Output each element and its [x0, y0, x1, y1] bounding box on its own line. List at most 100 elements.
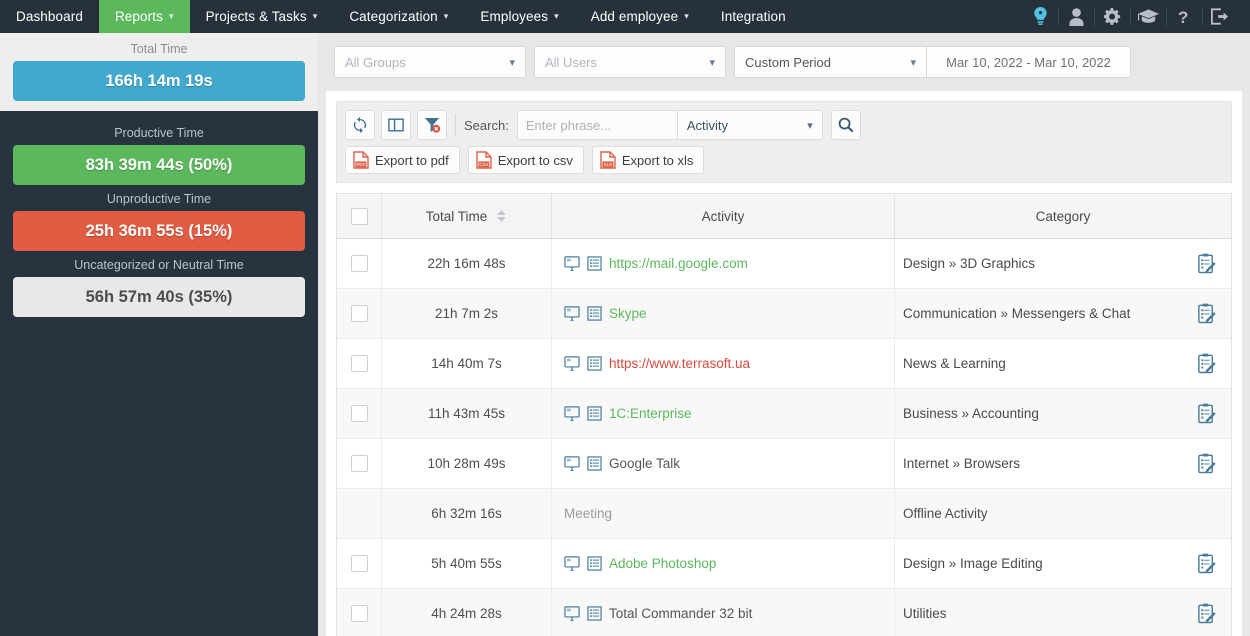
row-activity-name[interactable]: Adobe Photoshop: [609, 556, 716, 571]
row-select-cell: [337, 289, 382, 338]
period-filter-dropdown[interactable]: Custom Period ▾: [734, 46, 926, 78]
row-total-time: 6h 32m 16s: [382, 489, 552, 538]
edit-category-icon[interactable]: [1196, 253, 1217, 275]
row-activity-cell: Skype: [552, 289, 895, 338]
productive-time-value: 83h 39m 44s (50%): [13, 145, 305, 185]
graduation-cap-icon[interactable]: [1130, 0, 1166, 33]
nav-item-add-employee[interactable]: Add employee▾: [575, 0, 705, 33]
edit-category-icon[interactable]: [1196, 603, 1217, 625]
screenshots-monitor-icon[interactable]: [564, 406, 580, 421]
screenshots-monitor-icon[interactable]: [564, 606, 580, 621]
export-button-label: Export to pdf: [375, 153, 449, 168]
columns-icon[interactable]: [381, 110, 411, 140]
row-checkbox[interactable]: [351, 305, 368, 322]
row-checkbox[interactable]: [351, 605, 368, 622]
category-header[interactable]: Category: [895, 194, 1231, 238]
search-input[interactable]: [517, 110, 677, 140]
nav-item-projects-tasks[interactable]: Projects & Tasks▾: [190, 0, 334, 33]
groups-filter-dropdown[interactable]: All Groups ▾: [334, 46, 526, 78]
row-activity-name[interactable]: https://mail.google.com: [609, 256, 748, 271]
row-checkbox[interactable]: [351, 405, 368, 422]
app-root: DashboardReports▾Projects & Tasks▾Catego…: [0, 0, 1250, 636]
edit-category-icon[interactable]: [1196, 353, 1217, 375]
row-activity-name[interactable]: Skype: [609, 306, 647, 321]
details-list-icon[interactable]: [587, 306, 602, 321]
date-range-input[interactable]: Mar 10, 2022 - Mar 10, 2022: [926, 46, 1131, 78]
screenshots-monitor-icon[interactable]: [564, 556, 580, 571]
details-list-icon[interactable]: [587, 456, 602, 471]
row-activity-cell: Google Talk: [552, 439, 895, 488]
table-row[interactable]: 6h 32m 16sMeetingOffline Activity: [337, 489, 1231, 539]
nav-item-categorization[interactable]: Categorization▾: [333, 0, 464, 33]
row-category-name: Design » Image Editing: [903, 556, 1043, 571]
total-time-panel: Total Time 166h 14m 19s: [0, 33, 318, 111]
logout-icon[interactable]: [1202, 0, 1238, 33]
nav-item-dashboard[interactable]: Dashboard: [0, 0, 99, 33]
row-checkbox[interactable]: [351, 255, 368, 272]
edit-category-icon[interactable]: [1196, 403, 1217, 425]
table-body: 22h 16m 48shttps://mail.google.comDesign…: [336, 239, 1232, 636]
users-filter-dropdown[interactable]: All Users ▾: [534, 46, 726, 78]
total-time-header[interactable]: Total Time: [382, 194, 552, 238]
select-all-checkbox[interactable]: [351, 208, 368, 225]
edit-category-icon[interactable]: [1196, 553, 1217, 575]
nav-item-employees[interactable]: Employees▾: [464, 0, 574, 33]
clear-filter-icon[interactable]: [417, 110, 447, 140]
activity-header[interactable]: Activity: [552, 194, 895, 238]
search-button[interactable]: [831, 110, 861, 140]
lightbulb-icon[interactable]: [1022, 0, 1058, 33]
details-list-icon[interactable]: [587, 406, 602, 421]
search-scope-dropdown[interactable]: Activity ▾: [677, 110, 823, 140]
table-row[interactable]: 21h 7m 2sSkypeCommunication » Messengers…: [337, 289, 1231, 339]
users-filter-value: All Users: [545, 55, 597, 70]
unproductive-time-label: Unproductive Time: [13, 185, 305, 211]
filter-bar: All Groups ▾ All Users ▾ Custom Period ▾…: [326, 33, 1242, 91]
chevron-down-icon: ▾: [444, 12, 449, 21]
row-activity-name[interactable]: 1C:Enterprise: [609, 406, 692, 421]
details-list-icon[interactable]: [587, 256, 602, 271]
row-checkbox[interactable]: [351, 455, 368, 472]
details-list-icon[interactable]: [587, 556, 602, 571]
table-row[interactable]: 10h 28m 49sGoogle TalkInternet » Browser…: [337, 439, 1231, 489]
row-select-cell: [337, 539, 382, 588]
row-select-cell: [337, 389, 382, 438]
toolbar-divider: [455, 114, 456, 136]
row-checkbox[interactable]: [351, 555, 368, 572]
row-activity-name[interactable]: Total Commander 32 bit: [609, 606, 752, 621]
user-icon[interactable]: [1058, 0, 1094, 33]
edit-category-icon[interactable]: [1196, 453, 1217, 475]
screenshots-monitor-icon[interactable]: [564, 306, 580, 321]
refresh-icon[interactable]: [345, 110, 375, 140]
chevron-down-icon: ▾: [699, 56, 715, 69]
row-activity-name[interactable]: Google Talk: [609, 456, 680, 471]
select-all-header: [337, 194, 382, 238]
export-csv-button[interactable]: CSVExport to csv: [468, 146, 584, 174]
nav-item-integration[interactable]: Integration: [705, 0, 802, 33]
table-row[interactable]: 4h 24m 28sTotal Commander 32 bitUtilitie…: [337, 589, 1231, 636]
details-list-icon[interactable]: [587, 356, 602, 371]
export-xls-button[interactable]: XLSExport to xls: [592, 146, 705, 174]
nav-item-reports[interactable]: Reports▾: [99, 0, 190, 33]
row-select-cell: [337, 489, 382, 538]
sidebar-metrics: Productive Time 83h 39m 44s (50%) Unprod…: [0, 111, 318, 317]
edit-category-icon[interactable]: [1196, 303, 1217, 325]
row-activity-name[interactable]: https://www.terrasoft.ua: [609, 356, 750, 371]
table-row[interactable]: 5h 40m 55sAdobe PhotoshopDesign » Image …: [337, 539, 1231, 589]
chevron-down-icon: ▾: [499, 56, 515, 69]
details-list-icon[interactable]: [587, 606, 602, 621]
row-category-name: Design » 3D Graphics: [903, 256, 1035, 271]
toolbar-row-primary: Search: Activity ▾: [345, 110, 1223, 140]
table-row[interactable]: 14h 40m 7shttps://www.terrasoft.uaNews &…: [337, 339, 1231, 389]
help-icon[interactable]: ?: [1166, 0, 1202, 33]
table-header-row: Total Time Activity Category: [336, 193, 1232, 239]
table-row[interactable]: 22h 16m 48shttps://mail.google.comDesign…: [337, 239, 1231, 289]
screenshots-monitor-icon[interactable]: [564, 456, 580, 471]
screenshots-monitor-icon[interactable]: [564, 356, 580, 371]
row-activity-cell: 1C:Enterprise: [552, 389, 895, 438]
row-activity-cell: Adobe Photoshop: [552, 539, 895, 588]
table-row[interactable]: 11h 43m 45s1C:EnterpriseBusiness » Accou…: [337, 389, 1231, 439]
screenshots-monitor-icon[interactable]: [564, 256, 580, 271]
export-pdf-button[interactable]: PDFExport to pdf: [345, 146, 460, 174]
row-checkbox[interactable]: [351, 355, 368, 372]
gear-icon[interactable]: [1094, 0, 1130, 33]
